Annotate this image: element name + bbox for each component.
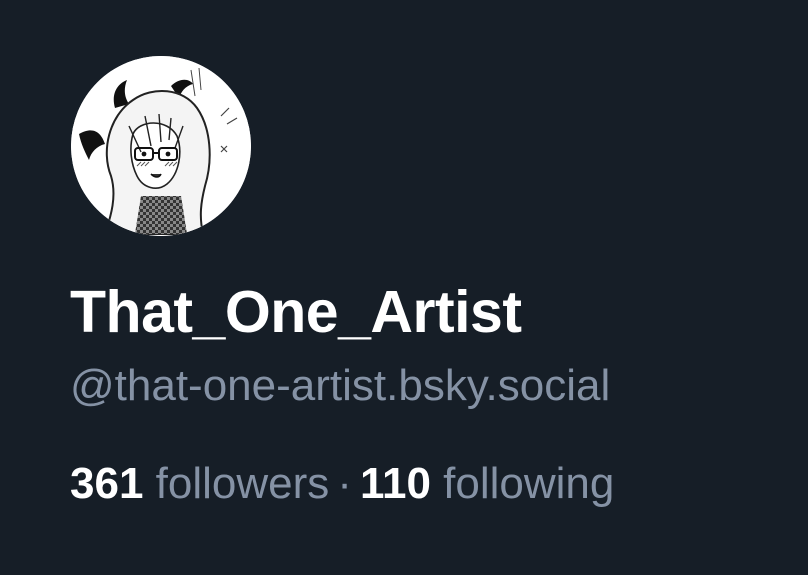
stats-separator: · <box>337 459 352 508</box>
following-count: 110 <box>359 459 431 508</box>
following-link[interactable]: 110 following <box>360 459 614 508</box>
followers-count: 361 <box>70 459 144 508</box>
followers-label: followers <box>155 459 330 508</box>
profile-card: That_One_Artist @that-one-artist.bsky.so… <box>0 0 808 575</box>
profile-stats: 361 followers · 110 following <box>70 456 614 512</box>
following-label: following <box>443 459 615 508</box>
followers-link[interactable]: 361 followers <box>70 459 329 508</box>
display-name: That_One_Artist <box>70 279 522 345</box>
avatar[interactable] <box>71 56 251 236</box>
user-handle[interactable]: @that-one-artist.bsky.social <box>70 358 610 414</box>
anime-girl-sketch-avatar-icon <box>71 56 251 236</box>
